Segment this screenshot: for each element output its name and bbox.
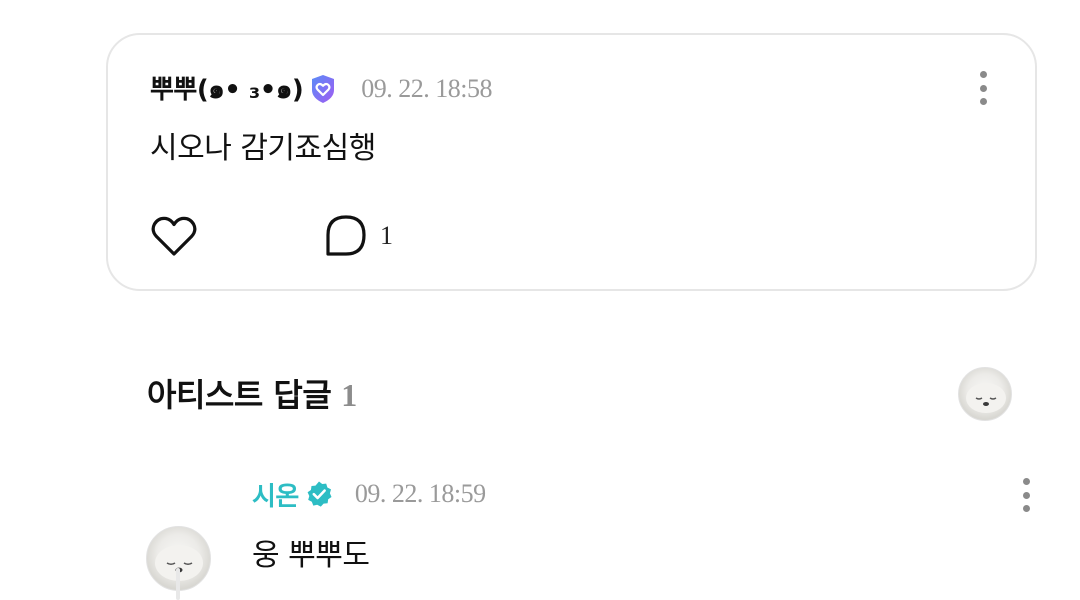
heart-icon — [151, 216, 197, 256]
comment-button[interactable]: 1 — [324, 213, 393, 259]
reply-header: 시온 09. 22. 18:59 — [252, 476, 486, 512]
post-header: 뿌뿌(๑• ₃•๑) 09. 22. 18:58 — [150, 69, 493, 110]
more-vertical-icon[interactable] — [1020, 478, 1032, 512]
verified-check-icon — [305, 480, 333, 508]
reply-body: 웅 뿌뿌도 — [252, 538, 370, 573]
post-timestamp: 09. 22. 18:58 — [361, 74, 493, 103]
comment-bubble-icon — [326, 215, 366, 256]
like-button[interactable] — [150, 213, 200, 259]
thread-line — [176, 568, 180, 600]
reply-timestamp: 09. 22. 18:59 — [354, 479, 486, 508]
reply-author-name[interactable]: 시온 — [252, 476, 299, 513]
dog-avatar-icon — [966, 383, 1006, 413]
post-actions: 1 — [150, 213, 393, 259]
comment-count: 1 — [380, 221, 393, 250]
post-author-name[interactable]: 뿌뿌(๑• ₃•๑) — [150, 69, 304, 110]
post-card: 뿌뿌(๑• ₃•๑) 09. 22. 18:58 시오나 감기죠심행 1 — [106, 33, 1037, 291]
post-body: 시오나 감기죠심행 — [150, 131, 376, 166]
page: 뿌뿌(๑• ₃•๑) 09. 22. 18:58 시오나 감기죠심행 1 아티스… — [0, 0, 1080, 600]
artist-avatar[interactable] — [958, 367, 1012, 421]
artist-replies-title: 아티스트 답글 — [147, 376, 332, 414]
artist-replies-count: 1 — [341, 377, 358, 413]
heart-badge-icon — [307, 73, 339, 105]
artist-replies-header: 아티스트 답글 1 — [147, 370, 357, 416]
more-vertical-icon[interactable] — [977, 71, 989, 105]
